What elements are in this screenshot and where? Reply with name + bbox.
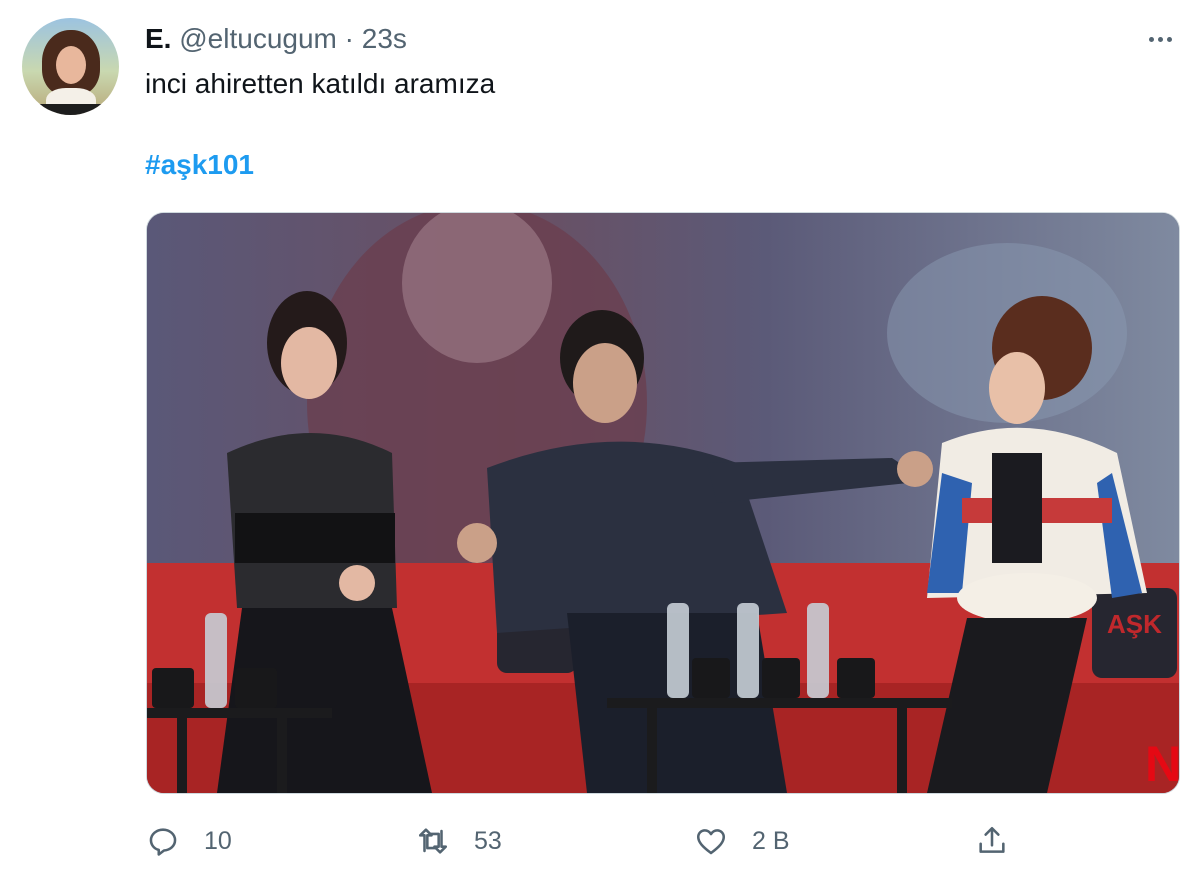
- tweet-actions: 10 53 2 B: [0, 815, 1200, 867]
- share-button[interactable]: [975, 823, 1009, 859]
- like-count: 2 B: [752, 826, 790, 855]
- reply-button[interactable]: 10: [146, 823, 232, 859]
- tweet-image[interactable]: NE AŞK: [146, 212, 1180, 794]
- tweet-header: E. @eltucugum · 23s: [145, 22, 407, 56]
- avatar-dress: [38, 104, 104, 115]
- retweet-icon: [418, 828, 448, 854]
- retweet-button[interactable]: 53: [416, 823, 502, 859]
- more-dot-icon: [1157, 36, 1163, 42]
- reply-icon: [149, 828, 177, 856]
- timestamp[interactable]: 23s: [362, 23, 407, 54]
- tweet-text: inci ahiretten katıldı aramıza: [145, 68, 496, 99]
- more-dot-icon: [1166, 36, 1172, 42]
- pillow-right-text: AŞK: [1107, 609, 1162, 639]
- user-handle[interactable]: @eltucugum: [179, 23, 337, 54]
- avatar[interactable]: [22, 18, 119, 115]
- separator-dot: ·: [344, 23, 354, 54]
- tweet[interactable]: E. @eltucugum · 23s inci ahiretten katıl…: [0, 0, 1200, 885]
- brand-logo: N: [1145, 736, 1179, 792]
- reply-count: 10: [204, 826, 232, 855]
- share-icon: [979, 826, 1005, 853]
- more-options-button[interactable]: [1140, 25, 1180, 53]
- stage-photo: NE AŞK: [147, 213, 1179, 793]
- hashtag-link[interactable]: #aşk101: [145, 148, 254, 182]
- avatar-face: [56, 46, 86, 84]
- like-button[interactable]: 2 B: [694, 823, 790, 859]
- more-dot-icon: [1148, 36, 1154, 42]
- heart-icon: [696, 829, 726, 855]
- retweet-count: 53: [474, 826, 502, 855]
- display-name[interactable]: E.: [145, 23, 171, 54]
